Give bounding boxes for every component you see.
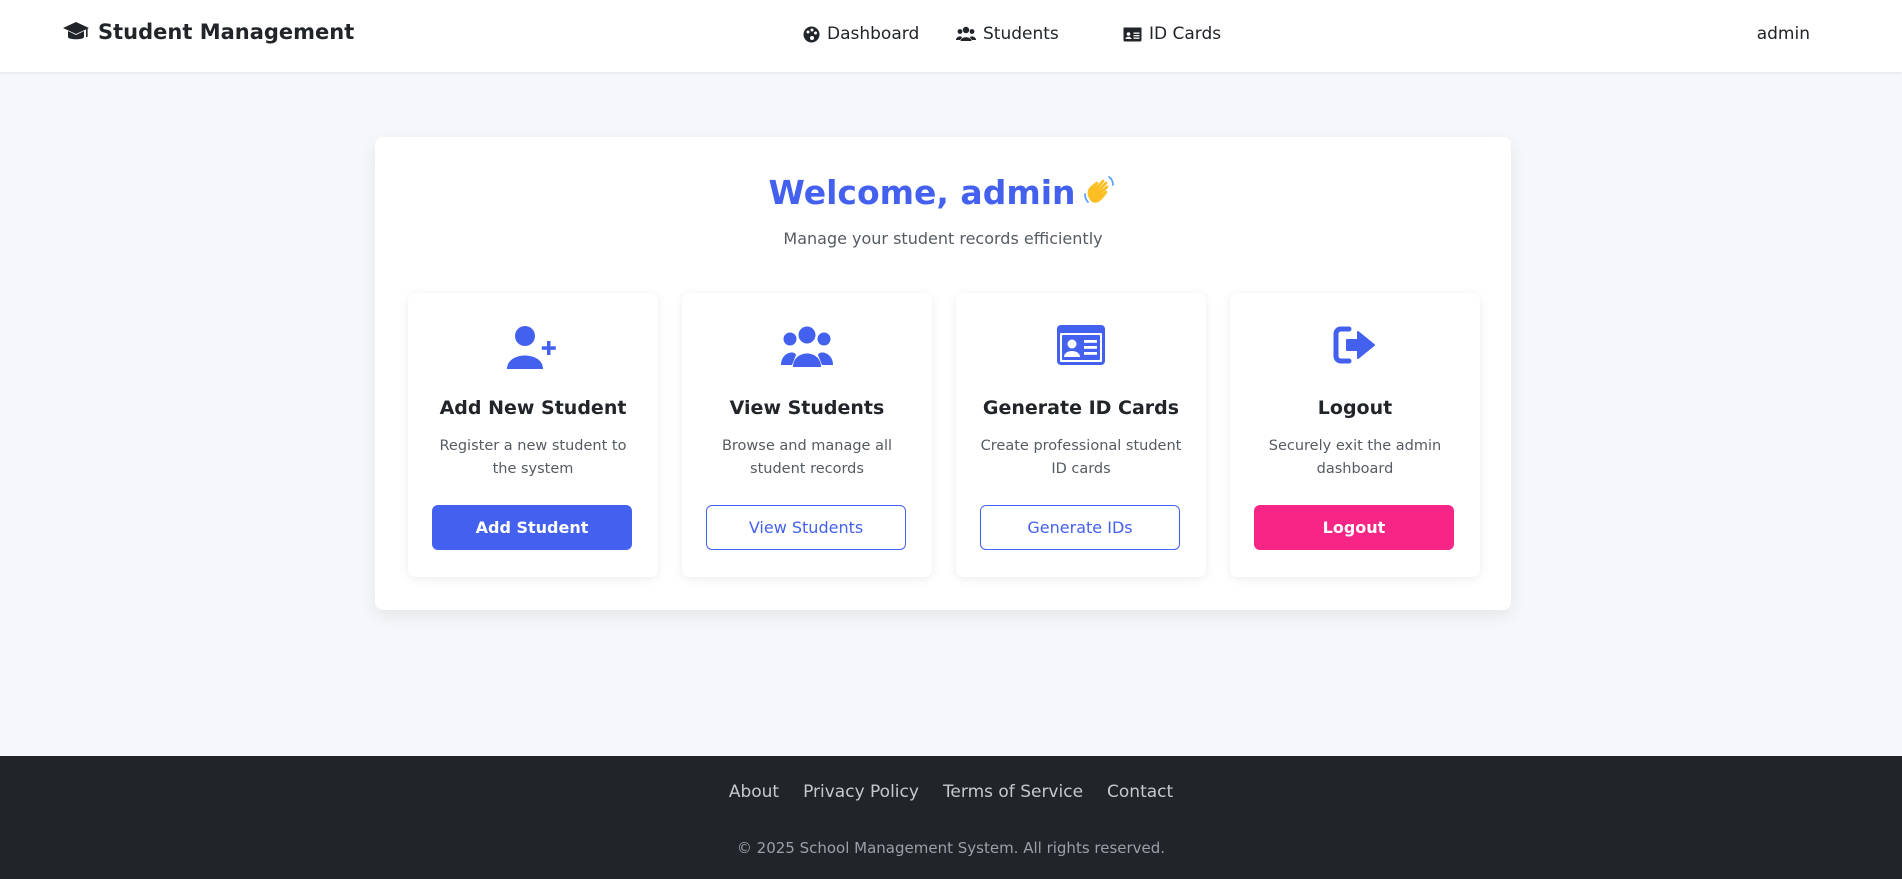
card-description: Register a new student to the system bbox=[439, 438, 627, 477]
nav-dashboard[interactable]: Dashboard bbox=[803, 24, 919, 44]
welcome-heading: Welcome, admin bbox=[375, 172, 1511, 216]
card-description: Securely exit the admin dashboard bbox=[1268, 438, 1442, 477]
card-title: Logout bbox=[1317, 397, 1393, 419]
card-title: View Students bbox=[729, 397, 885, 419]
footer-link-about[interactable]: About bbox=[729, 782, 779, 802]
nav-id-cards[interactable]: ID Cards bbox=[1123, 24, 1221, 44]
sign-out-icon bbox=[1230, 325, 1480, 365]
graduation-cap-icon bbox=[62, 20, 90, 44]
dashboard-panel: Welcome, admin Manage your student recor… bbox=[375, 137, 1511, 610]
logout-button[interactable]: Logout bbox=[1254, 505, 1454, 550]
id-card-icon bbox=[956, 325, 1206, 365]
nav-students-label: Students bbox=[983, 24, 1059, 44]
card-description: Create professional student ID cards bbox=[980, 438, 1182, 477]
waving-hand-icon bbox=[1082, 172, 1118, 216]
user-plus-icon bbox=[408, 325, 658, 369]
view-students-button[interactable]: View Students bbox=[706, 505, 906, 550]
palette-icon bbox=[803, 26, 820, 43]
brand[interactable]: Student Management bbox=[62, 20, 354, 44]
footer-links: About Privacy Policy Terms of Service Co… bbox=[0, 782, 1902, 802]
footer-link-privacy[interactable]: Privacy Policy bbox=[803, 782, 919, 802]
card-view-students: View Students Browse and manage all stud… bbox=[682, 293, 932, 577]
footer-link-terms[interactable]: Terms of Service bbox=[943, 782, 1083, 802]
navbar: Student Management Dashboard Students ID… bbox=[0, 0, 1902, 72]
welcome-subtitle: Manage your student records efficiently bbox=[783, 229, 1103, 248]
nav-dashboard-label: Dashboard bbox=[827, 24, 920, 44]
footer: About Privacy Policy Terms of Service Co… bbox=[0, 756, 1902, 879]
nav-students[interactable]: Students bbox=[956, 24, 1059, 44]
id-card-icon bbox=[1123, 27, 1142, 42]
users-icon bbox=[682, 325, 932, 369]
brand-title: Student Management bbox=[98, 20, 355, 44]
card-title: Generate ID Cards bbox=[982, 397, 1180, 419]
card-logout: Logout Securely exit the admin dashboard… bbox=[1230, 293, 1480, 577]
copyright-text: © 2025 School Management System. All rig… bbox=[736, 839, 1166, 857]
generate-ids-button[interactable]: Generate IDs bbox=[980, 505, 1180, 550]
card-description: Browse and manage all student records bbox=[721, 438, 893, 477]
add-student-button[interactable]: Add Student bbox=[432, 505, 632, 550]
card-title: Add New Student bbox=[439, 397, 627, 419]
card-add-student: Add New Student Register a new student t… bbox=[408, 293, 658, 577]
footer-link-contact[interactable]: Contact bbox=[1107, 782, 1173, 802]
card-generate-id-cards: Generate ID Cards Create professional st… bbox=[956, 293, 1206, 577]
welcome-text: Welcome, admin bbox=[768, 173, 1076, 212]
nav-id-cards-label: ID Cards bbox=[1149, 24, 1222, 44]
nav-user[interactable]: admin bbox=[1757, 24, 1810, 44]
users-icon bbox=[956, 26, 976, 42]
